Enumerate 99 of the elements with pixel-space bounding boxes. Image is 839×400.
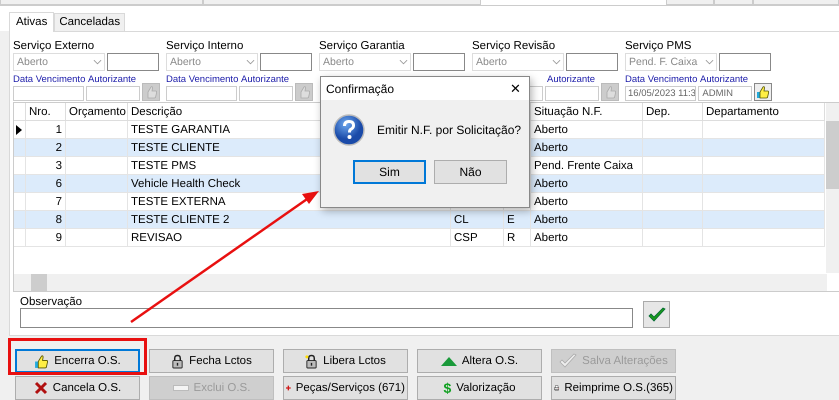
tab[interactable]: Ativas <box>9 12 54 32</box>
table-cell: CSP <box>451 229 504 247</box>
triangle-icon <box>440 356 457 366</box>
status-dropdown[interactable]: Aberto <box>166 53 258 71</box>
tab[interactable]: Canceladas <box>54 13 126 31</box>
table-cell <box>643 139 703 157</box>
code-field[interactable] <box>107 53 159 71</box>
dialog-title: Confirmação <box>326 82 394 96</box>
table-cell: 9 <box>26 229 66 247</box>
horizontal-scrollbar[interactable] <box>14 274 827 291</box>
chevron-icon <box>399 59 408 65</box>
filter-label: Serviço Revisão <box>472 39 556 53</box>
question-icon <box>333 114 365 146</box>
status-dropdown[interactable]: Aberto <box>472 53 564 71</box>
table-cell <box>66 175 128 193</box>
table-cell <box>643 193 703 211</box>
table-cell: Pend. Frente Caixa <box>531 157 643 175</box>
approve-button[interactable] <box>754 83 772 101</box>
table-cell <box>66 193 128 211</box>
table-cell <box>66 211 128 229</box>
authorizer-field[interactable] <box>545 86 599 101</box>
dialog-button[interactable]: Sim <box>353 160 426 184</box>
close-button[interactable]: ✕ <box>502 81 529 96</box>
table-cell <box>643 229 703 247</box>
checkmark-icon <box>648 306 666 322</box>
field-label: Observação <box>20 296 82 308</box>
action-button[interactable]: Encerra O.S. <box>15 349 140 373</box>
table-cell: REVISAO <box>128 229 451 247</box>
table-cell: 8 <box>26 211 66 229</box>
field-label: Data Vencimento <box>13 74 86 86</box>
filter-label: Serviço Garantia <box>319 39 406 53</box>
table-cell <box>643 211 703 229</box>
confirm-button[interactable] <box>643 301 670 328</box>
table-cell <box>643 175 703 193</box>
filter-label: Serviço PMS <box>625 39 692 53</box>
table-cell: Aberto <box>531 175 643 193</box>
filter-label: Serviço Interno <box>166 39 244 53</box>
minus-icon <box>172 385 189 391</box>
padlock-icon <box>171 354 184 368</box>
table-cell: Aberto <box>531 193 643 211</box>
action-button[interactable]: Altera O.S. <box>417 349 542 373</box>
action-button[interactable]: Fecha Lctos <box>149 349 274 373</box>
table-cell: 1 <box>26 121 66 139</box>
status-dropdown[interactable]: Pend. F. Caixa <box>625 53 717 71</box>
status-dropdown[interactable]: Aberto <box>319 53 411 71</box>
date-field[interactable] <box>166 86 238 101</box>
table-cell: TESTE CLIENTE 2 <box>128 211 451 229</box>
date-field[interactable] <box>13 86 84 101</box>
field-label: Autorizante <box>88 74 136 86</box>
code-field[interactable] <box>719 53 771 71</box>
code-field[interactable] <box>260 53 312 71</box>
table-cell: 6 <box>26 175 66 193</box>
date-field[interactable]: 16/05/2023 11:3 <box>625 86 696 101</box>
table-cell <box>643 121 703 139</box>
action-button[interactable]: Libera Lctos <box>283 349 408 373</box>
table-cell: Aberto <box>531 121 643 139</box>
authorizer-field[interactable] <box>86 86 140 101</box>
filter-label: Serviço Externo <box>13 39 96 53</box>
code-field[interactable] <box>566 53 618 71</box>
field-label: Autorizante <box>700 74 748 86</box>
authorizer-field[interactable]: ADMIN <box>698 86 752 101</box>
chevron-icon <box>705 59 714 65</box>
table-cell: CL <box>451 211 504 229</box>
chevron-icon <box>93 59 102 65</box>
table-cell: 3 <box>26 157 66 175</box>
action-button[interactable]: Reimprime O.S.(365) <box>551 376 676 400</box>
table-cell: Aberto <box>531 139 643 157</box>
field-label: Data Vencimento <box>625 74 698 86</box>
table-cell <box>643 157 703 175</box>
table-cell: 2 <box>26 139 66 157</box>
table-cell <box>66 157 128 175</box>
table-cell <box>66 229 128 247</box>
checkmark-icon <box>559 353 578 369</box>
field-label: Data Vencimento <box>166 74 240 86</box>
observation-field[interactable] <box>20 308 633 328</box>
table-cell: R <box>504 229 531 247</box>
vertical-scrollbar[interactable] <box>826 103 839 273</box>
close-icon <box>34 381 48 395</box>
field-label: Autorizante <box>547 74 596 86</box>
chevron-icon <box>552 59 561 65</box>
table-cell <box>66 121 128 139</box>
table-cell <box>66 139 128 157</box>
table-cell: E <box>504 211 531 229</box>
current-row-icon <box>16 125 22 135</box>
action-button[interactable]: Cancela O.S. <box>15 376 140 400</box>
row-header[interactable] <box>14 121 26 139</box>
action-button[interactable]: Peças/Serviços (671) <box>283 376 408 400</box>
padlock-icon <box>305 354 318 368</box>
table-cell: Aberto <box>531 229 643 247</box>
table-cell: Aberto <box>531 211 643 229</box>
chevron-icon <box>246 59 255 65</box>
dialog-button[interactable]: Não <box>434 160 507 184</box>
table-cell: 7 <box>26 193 66 211</box>
authorizer-field[interactable] <box>239 86 293 101</box>
action-button[interactable]: $ Valorização <box>417 376 542 400</box>
thumbs-up-icon <box>34 354 50 368</box>
field-label: Autorizante <box>241 74 290 86</box>
status-dropdown[interactable]: Aberto <box>13 53 105 71</box>
code-field[interactable] <box>413 53 465 71</box>
